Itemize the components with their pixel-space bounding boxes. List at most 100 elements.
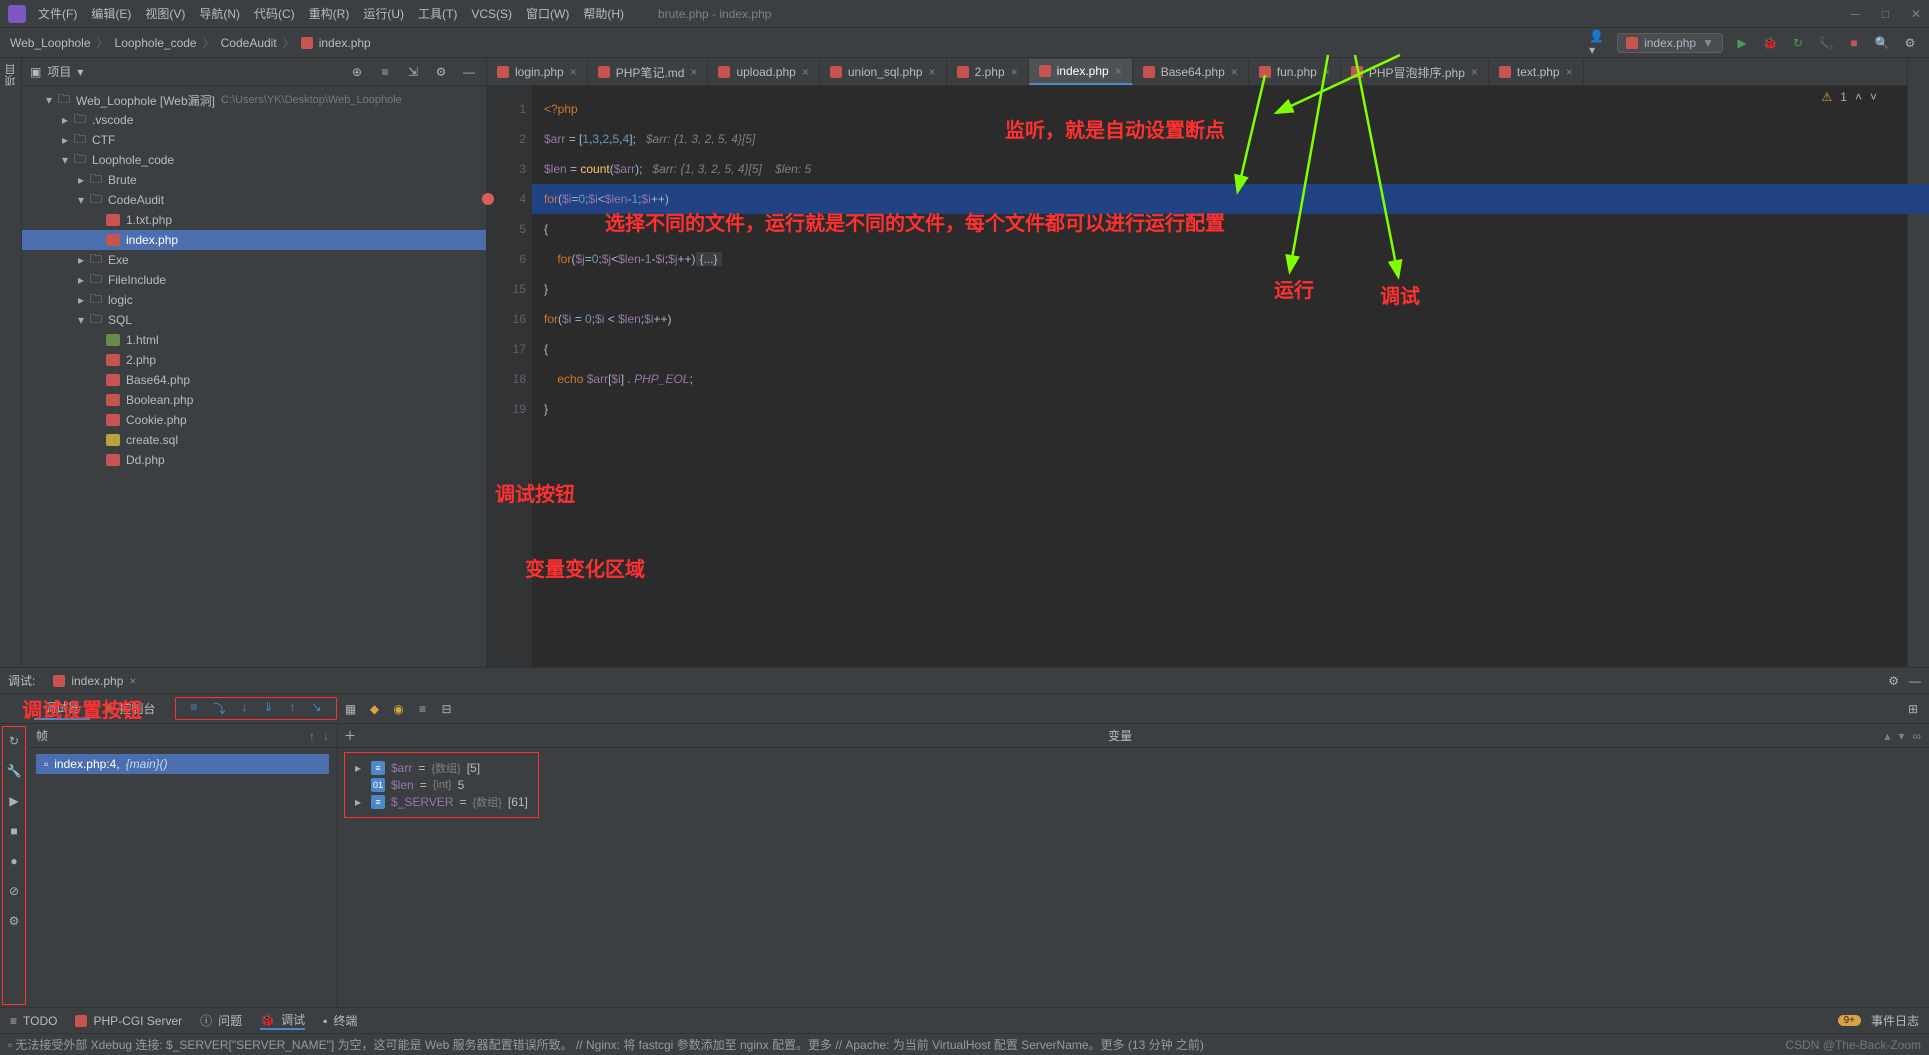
layout-icon[interactable]: ⊞: [1903, 699, 1923, 719]
stop-icon[interactable]: ■: [4, 821, 24, 841]
php-cgi-tab[interactable]: PHP-CGI Server: [75, 1014, 182, 1028]
stack-frame[interactable]: ▫ index.php:4, {main}(): [36, 754, 329, 774]
tree-node-Web_Loophole [Web漏洞][interactable]: ▾🗀Web_Loophole [Web漏洞]C:\Users\YK\Deskto…: [22, 90, 486, 110]
settings-icon[interactable]: ⚙: [4, 911, 24, 931]
terminal-tab[interactable]: ▪ 终端: [323, 1012, 357, 1029]
tree-node-create.sql[interactable]: create.sql: [22, 430, 486, 450]
menu-run[interactable]: 运行(U): [363, 5, 404, 22]
editor-tab-index.php[interactable]: index.php×: [1029, 59, 1133, 85]
trace-icon[interactable]: ◆: [365, 699, 385, 719]
breakpoints-icon[interactable]: ●: [4, 851, 24, 871]
variable-row[interactable]: 01 $len = {int} 5: [355, 777, 528, 793]
run-configuration-selector[interactable]: index.php ▼: [1617, 33, 1723, 53]
menu-refactor[interactable]: 重构(R): [309, 5, 350, 22]
pin-icon[interactable]: ⊟: [437, 699, 457, 719]
tree-node-1.html[interactable]: 1.html: [22, 330, 486, 350]
minimize-icon[interactable]: ─: [1851, 7, 1860, 21]
breakpoint-icon[interactable]: [482, 193, 494, 205]
tool-window-toggle-icon[interactable]: ▫: [8, 1038, 12, 1052]
step-out-icon[interactable]: ↑: [285, 698, 299, 719]
crumb-root[interactable]: Web_Loophole: [10, 36, 91, 50]
close-tab-icon[interactable]: ×: [1011, 65, 1018, 79]
coverage-icon[interactable]: ↻: [1789, 34, 1807, 52]
tree-arrow-icon[interactable]: ▸: [62, 113, 74, 127]
close-tab-icon[interactable]: ×: [802, 65, 809, 79]
tree-arrow-icon[interactable]: ▸: [78, 253, 90, 267]
prev-frame-icon[interactable]: ↑: [309, 729, 315, 743]
run-icon[interactable]: ▶: [1733, 34, 1751, 52]
debug-tab[interactable]: 🐞 调试: [260, 1011, 305, 1030]
project-tab-label[interactable]: 项目: [3, 64, 19, 86]
evaluate-icon[interactable]: ▦: [341, 699, 361, 719]
inspection-widget[interactable]: ⚠1 ˄ ˅: [1822, 90, 1877, 104]
show-execution-icon[interactable]: ≡: [186, 698, 201, 719]
tree-node-Brute[interactable]: ▸🗀Brute: [22, 170, 486, 190]
tree-node-FileInclude[interactable]: ▸🗀FileInclude: [22, 270, 486, 290]
tree-node-1.txt.php[interactable]: 1.txt.php: [22, 210, 486, 230]
force-step-into-icon[interactable]: ⇓: [259, 698, 277, 719]
close-tab-icon[interactable]: ×: [1231, 65, 1238, 79]
tree-node-CTF[interactable]: ▸🗀CTF: [22, 130, 486, 150]
crumb-1[interactable]: Loophole_code: [115, 36, 197, 50]
editor-tab-union_sql.php[interactable]: union_sql.php×: [820, 59, 947, 85]
tree-arrow-icon[interactable]: ▾: [62, 153, 74, 167]
step-into-icon[interactable]: ↓: [237, 698, 251, 719]
listen-icon[interactable]: 📞: [1817, 34, 1835, 52]
menu-file[interactable]: 文件(F): [38, 5, 77, 22]
close-tab-icon[interactable]: ×: [929, 65, 936, 79]
tree-arrow-icon[interactable]: ▸: [78, 293, 90, 307]
tree-arrow-icon[interactable]: ▸: [78, 273, 90, 287]
menu-tools[interactable]: 工具(T): [418, 5, 457, 22]
variable-row[interactable]: ▸≡ $_SERVER = {数组} [61]: [355, 793, 528, 811]
editor-tab-Base64.php[interactable]: Base64.php×: [1133, 59, 1249, 85]
tree-node-Dd.php[interactable]: Dd.php: [22, 450, 486, 470]
modify-icon[interactable]: 🔧: [4, 761, 24, 781]
tree-node-Exe[interactable]: ▸🗀Exe: [22, 250, 486, 270]
menu-help[interactable]: 帮助(H): [583, 5, 624, 22]
crumb-2[interactable]: CodeAudit: [221, 36, 277, 50]
up-arrow-icon[interactable]: ˄: [1855, 90, 1862, 104]
down-icon[interactable]: ▾: [1898, 729, 1904, 743]
settings-icon[interactable]: ≡: [413, 699, 433, 719]
tree-node-Cookie.php[interactable]: Cookie.php: [22, 410, 486, 430]
next-frame-icon[interactable]: ↓: [323, 729, 329, 743]
collapse-icon[interactable]: ⇲: [404, 63, 422, 81]
editor-tab-upload.php[interactable]: upload.php×: [708, 59, 819, 85]
tree-node-CodeAudit[interactable]: ▾🗀CodeAudit: [22, 190, 486, 210]
close-tab-icon[interactable]: ×: [690, 65, 697, 79]
tree-node-logic[interactable]: ▸🗀logic: [22, 290, 486, 310]
editor-tab-2.php[interactable]: 2.php×: [947, 59, 1029, 85]
close-tab-icon[interactable]: ×: [1323, 65, 1330, 79]
maximize-icon[interactable]: □: [1882, 7, 1889, 21]
tree-node-2.php[interactable]: 2.php: [22, 350, 486, 370]
link-icon[interactable]: ∞: [1912, 729, 1921, 743]
menu-code[interactable]: 代码(C): [254, 5, 295, 22]
code-fold[interactable]: {...}: [696, 252, 722, 266]
tree-arrow-icon[interactable]: ▸: [78, 173, 90, 187]
locate-icon[interactable]: ⊕: [348, 63, 366, 81]
debug-session-tab[interactable]: index.php ×: [45, 672, 144, 690]
close-tab-icon[interactable]: ×: [1566, 65, 1573, 79]
tree-node-index.php[interactable]: index.php: [22, 230, 486, 250]
profile-icon[interactable]: ◉: [389, 699, 409, 719]
close-icon[interactable]: ×: [129, 674, 136, 688]
search-icon[interactable]: 🔍: [1873, 34, 1891, 52]
tree-arrow-icon[interactable]: ▸: [62, 133, 74, 147]
menu-window[interactable]: 窗口(W): [526, 5, 569, 22]
line-number[interactable]: 4: [487, 184, 526, 214]
menu-view[interactable]: 视图(V): [145, 5, 185, 22]
close-icon[interactable]: ✕: [1911, 7, 1921, 21]
menu-navigate[interactable]: 导航(N): [199, 5, 240, 22]
editor-tab-PHP笔记.md[interactable]: PHP笔记.md×: [588, 59, 709, 85]
tree-node-Base64.php[interactable]: Base64.php: [22, 370, 486, 390]
user-icon[interactable]: 👤▾: [1589, 34, 1607, 52]
menu-vcs[interactable]: VCS(S): [471, 7, 512, 21]
stop-icon[interactable]: ■: [1845, 34, 1863, 52]
gear-icon[interactable]: ⚙: [1888, 674, 1899, 688]
close-tab-icon[interactable]: ×: [1115, 64, 1122, 78]
expand-icon[interactable]: ▸: [355, 761, 365, 775]
editor-tab-text.php[interactable]: text.php×: [1489, 59, 1584, 85]
tree-arrow-icon[interactable]: ▾: [46, 93, 58, 107]
todo-tab[interactable]: ≡ TODO: [10, 1014, 57, 1028]
rerun-icon[interactable]: ↻: [4, 731, 24, 751]
